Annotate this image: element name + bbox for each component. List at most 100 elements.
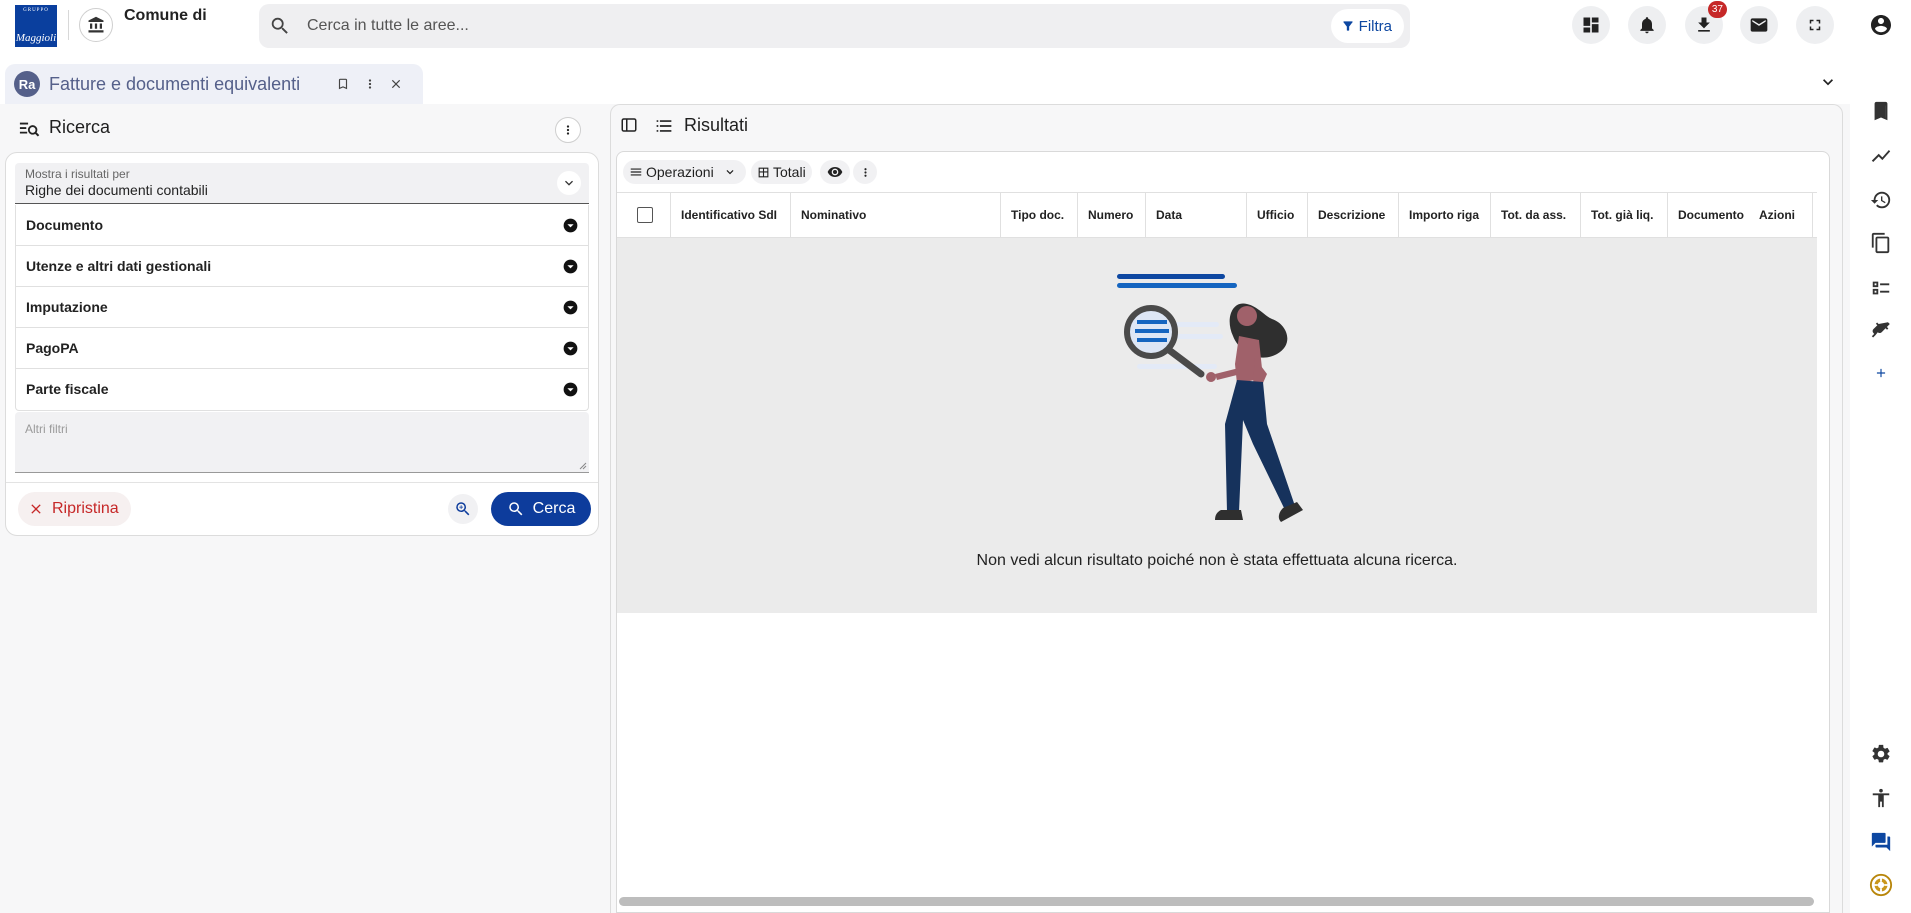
section-parte-fiscale[interactable]: Parte fiscale: [16, 369, 588, 410]
select-chevron-button[interactable]: [557, 171, 581, 195]
results-title: Risultati: [684, 115, 749, 135]
operations-label: Operazioni: [646, 164, 714, 180]
select-all-checkbox[interactable]: [637, 207, 653, 223]
mail-icon: [1750, 18, 1768, 32]
clipboard-icon: [1871, 232, 1890, 254]
view-columns-button[interactable]: [820, 160, 850, 184]
search-icon: [508, 502, 523, 516]
results-card: Operazioni Totali Identificativo SdI Nom…: [616, 151, 1830, 913]
reset-button[interactable]: Ripristina: [18, 492, 131, 526]
search-button[interactable]: Cerca: [491, 492, 591, 526]
toolbar-menu-button[interactable]: [853, 160, 877, 184]
institution-icon: [88, 16, 104, 33]
add-button[interactable]: [1869, 361, 1893, 385]
empty-state: Non vedi alcun risultato poiché non è st…: [617, 238, 1817, 613]
filter-button[interactable]: Filtra: [1330, 9, 1404, 43]
municipality-button[interactable]: [79, 8, 113, 42]
dashboard-button[interactable]: [1572, 6, 1610, 44]
column-header[interactable]: Descrizione: [1308, 193, 1399, 237]
downloads-badge: 37: [1707, 1, 1727, 18]
column-header[interactable]: Ufficio: [1247, 193, 1308, 237]
maggioli-logo[interactable]: GRUPPO Maggioli: [15, 5, 57, 47]
account-button[interactable]: [1869, 13, 1893, 37]
trending-icon: [1871, 150, 1891, 162]
section-utenze[interactable]: Utenze e altri dati gestionali: [16, 246, 588, 287]
show-results-value: Righe dei documenti contabili: [25, 182, 208, 198]
column-header[interactable]: Data: [1146, 193, 1247, 237]
sidebar-toggle-icon: [621, 118, 637, 132]
top-bar: GRUPPO Maggioli Comune di Filtra 37: [0, 0, 1850, 54]
section-label: Utenze e altri dati gestionali: [26, 258, 212, 274]
right-rail: [1850, 0, 1911, 913]
tab-close-button[interactable]: [386, 74, 406, 94]
other-filters-input[interactable]: [15, 412, 589, 472]
advanced-search-button[interactable]: [448, 494, 478, 524]
column-header[interactable]: Numero: [1078, 193, 1146, 237]
trends-button[interactable]: [1869, 144, 1893, 168]
tab-bookmark-button[interactable]: [333, 74, 353, 94]
search-input[interactable]: [307, 4, 1307, 48]
bookmarks-icon: [1874, 101, 1888, 121]
accessibility-button[interactable]: [1869, 786, 1893, 810]
horizontal-scrollbar[interactable]: [619, 897, 1814, 906]
filter-sections: Documento Utenze e altri dati gestionali…: [15, 205, 589, 411]
lifebuoy-icon: [1869, 873, 1893, 897]
search-panel-menu-button[interactable]: [555, 117, 581, 143]
toggle-sidebar-button[interactable]: [620, 116, 638, 134]
history-button[interactable]: [1869, 188, 1893, 212]
plugin-button[interactable]: [1869, 319, 1893, 343]
column-header[interactable]: Tipo doc.: [1001, 193, 1078, 237]
column-header[interactable]: Nominativo: [791, 193, 1001, 237]
fullscreen-icon: [1809, 19, 1821, 31]
expand-circle-icon: [563, 300, 578, 315]
totals-button[interactable]: Totali: [751, 160, 812, 184]
app-icon: Ra: [14, 71, 40, 97]
bell-icon: [1640, 17, 1654, 34]
chat-button[interactable]: [1869, 830, 1893, 854]
downloads-button[interactable]: 37: [1685, 1, 1727, 44]
section-label: Imputazione: [26, 299, 108, 315]
resize-handle-icon[interactable]: [579, 462, 587, 470]
tab-strip: Ra Fatture e documenti equivalenti: [0, 54, 1850, 104]
support-button[interactable]: [1869, 873, 1893, 897]
tab-title: Fatture e documenti equivalenti: [49, 74, 301, 94]
section-documento[interactable]: Documento: [16, 205, 588, 246]
column-header[interactable]: Tot. già liq.: [1581, 193, 1668, 237]
tab-fatture[interactable]: Ra Fatture e documenti equivalenti: [5, 64, 423, 104]
operations-button[interactable]: Operazioni: [623, 160, 746, 184]
chat-icon: [1871, 832, 1891, 852]
global-search: Filtra: [259, 4, 1410, 48]
tabs-expand-button[interactable]: [1818, 72, 1838, 92]
messages-button[interactable]: [1740, 6, 1778, 44]
divider: [6, 482, 598, 483]
show-results-label: Mostra i risultati per: [25, 167, 130, 181]
expand-circle-icon: [563, 259, 578, 274]
column-header[interactable]: Documento: [1668, 193, 1753, 237]
show-results-select[interactable]: Mostra i risultati per Righe dei documen…: [15, 163, 589, 204]
tab-menu-button[interactable]: [360, 74, 380, 94]
filter-label: Filtra: [1358, 17, 1392, 35]
notifications-button[interactable]: [1628, 6, 1666, 44]
column-header[interactable]: Importo riga: [1399, 193, 1491, 237]
accessibility-icon: [1872, 788, 1890, 808]
bookmark-icon: [338, 78, 348, 90]
column-header[interactable]: Tot. da ass.: [1491, 193, 1581, 237]
column-header[interactable]: Azioni: [1753, 193, 1813, 237]
expand-circle-icon: [563, 218, 578, 233]
gear-icon: [1872, 744, 1890, 763]
kebab-icon: [863, 167, 867, 177]
clipboard-button[interactable]: [1869, 231, 1893, 255]
search-icon: [269, 15, 291, 37]
section-imputazione[interactable]: Imputazione: [16, 287, 588, 328]
fullscreen-button[interactable]: [1796, 6, 1834, 44]
logo-top-text: GRUPPO: [23, 8, 49, 13]
download-icon: [1698, 17, 1710, 32]
section-pagopa[interactable]: PagoPA: [16, 328, 588, 369]
close-icon: [391, 79, 401, 89]
checklist-button[interactable]: [1869, 276, 1893, 300]
column-header[interactable]: Identificativo SdI: [671, 193, 791, 237]
bookmarks-button[interactable]: [1869, 100, 1893, 124]
settings-button[interactable]: [1869, 742, 1893, 766]
search-label: Cerca: [532, 500, 576, 517]
chevron-down-icon: [1823, 79, 1833, 86]
